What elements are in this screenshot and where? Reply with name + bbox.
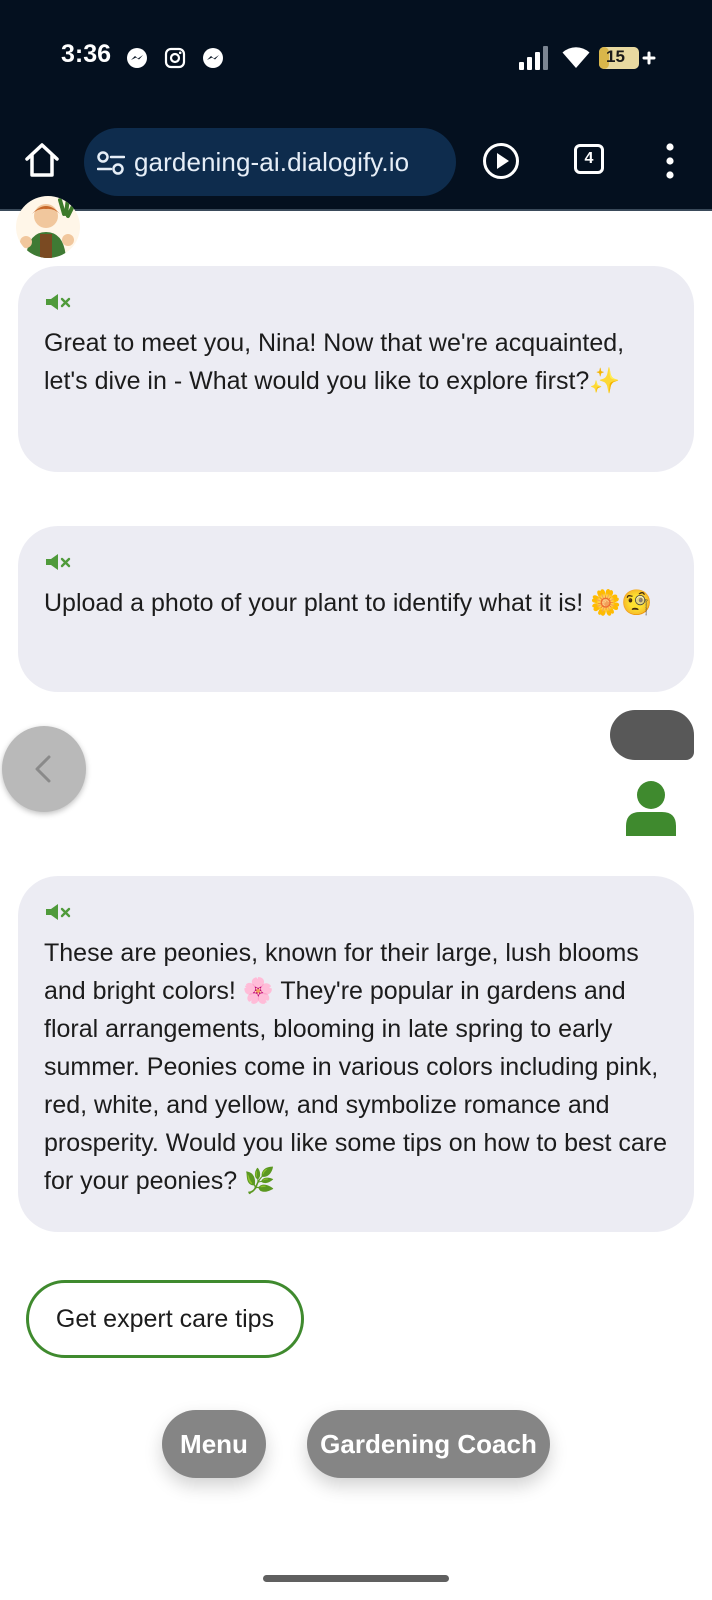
message-text: Upload a photo of your plant to identify… xyxy=(44,589,653,617)
quick-reply-label: Get expert care tips xyxy=(55,1305,275,1333)
back-button[interactable] xyxy=(2,726,86,812)
bot-message: Upload a photo of your plant to identify… xyxy=(18,526,694,692)
bot-avatar xyxy=(16,196,80,258)
more-options-icon[interactable] xyxy=(660,142,680,180)
chrome-divider xyxy=(0,209,712,211)
gesture-home-bar[interactable] xyxy=(263,1575,449,1582)
message-text: These are peonies, known for their large… xyxy=(44,939,667,1195)
battery-level: 15 xyxy=(606,47,625,66)
bot-message: These are peonies, known for their large… xyxy=(18,876,694,1232)
home-icon[interactable] xyxy=(22,140,62,180)
gardener-avatar-icon xyxy=(20,196,76,258)
quick-reply-chip[interactable]: Get expert care tips xyxy=(26,1280,304,1358)
play-icon[interactable] xyxy=(482,142,520,180)
url-bar-row: gardening-ai.dialogify.io 4 xyxy=(0,118,712,210)
chevron-left-icon xyxy=(35,755,51,783)
mute-icon[interactable] xyxy=(44,552,72,572)
wifi-icon xyxy=(562,47,590,68)
menu-button[interactable]: Menu xyxy=(162,1410,266,1478)
browser-chrome: 3:36 15 gardening-ai.dialogify.io 4 xyxy=(0,0,712,211)
site-settings-icon[interactable] xyxy=(97,150,125,176)
url-text: gardening-ai.dialogify.io xyxy=(134,147,410,177)
battery-indicator: 15 xyxy=(598,46,656,70)
mute-icon[interactable] xyxy=(44,292,72,312)
messenger-icon xyxy=(127,48,147,68)
user-avatar-icon xyxy=(626,781,676,836)
menu-button-label: Menu xyxy=(180,1429,248,1459)
tab-count: 4 xyxy=(584,150,594,167)
status-bar: 3:36 15 xyxy=(0,0,712,118)
gardening-coach-label: Gardening Coach xyxy=(320,1429,537,1459)
messenger-icon xyxy=(203,48,223,68)
instagram-icon xyxy=(164,47,186,69)
mute-icon[interactable] xyxy=(44,902,72,922)
message-text: Great to meet you, Nina! Now that we're … xyxy=(44,329,625,395)
user-message xyxy=(610,710,694,760)
bot-message: Great to meet you, Nina! Now that we're … xyxy=(18,266,694,472)
tab-switcher-button[interactable]: 4 xyxy=(574,144,604,174)
gardening-coach-button[interactable]: Gardening Coach xyxy=(307,1410,550,1478)
status-time: 3:36 xyxy=(61,40,112,68)
signal-icon xyxy=(519,46,548,70)
url-bar[interactable]: gardening-ai.dialogify.io xyxy=(84,128,456,196)
